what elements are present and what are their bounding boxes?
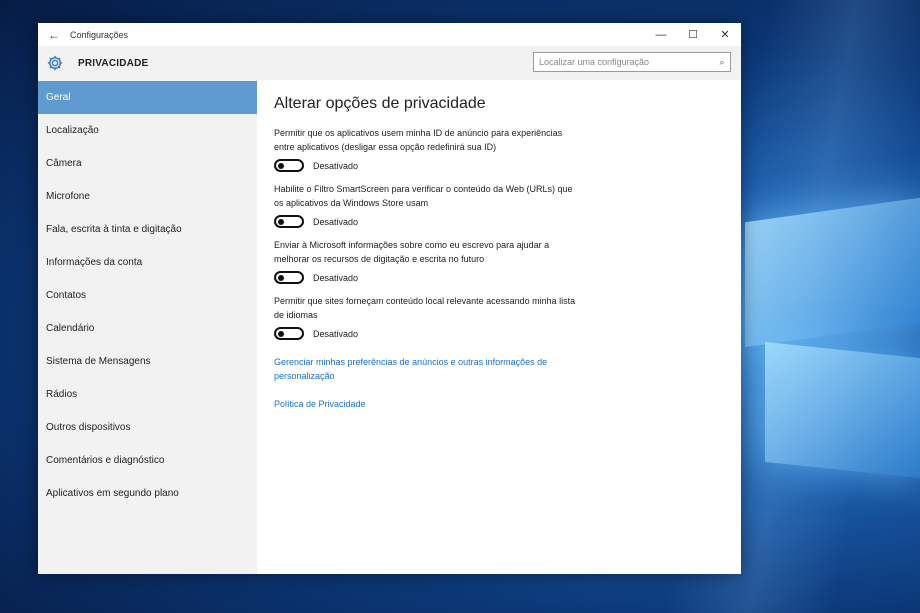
privacy-policy-link[interactable]: Política de Privacidade: [274, 398, 584, 412]
toggle-knob: [278, 330, 284, 337]
title-bar: ← Configurações — ☐ ✕: [38, 23, 741, 46]
windows-logo-pane: [745, 197, 920, 348]
toggle-knob: [278, 218, 284, 225]
page-header: PRIVACIDADE ⌕: [38, 46, 741, 80]
setting-language-list: Permitir que sites forneçam conteúdo loc…: [274, 295, 725, 340]
page-title: PRIVACIDADE: [78, 57, 149, 69]
search-box[interactable]: ⌕: [533, 52, 731, 72]
maximize-icon: ☐: [688, 29, 698, 41]
toggle-state-label: Desativado: [313, 272, 359, 283]
sidebar-item-mensagens[interactable]: Sistema de Mensagens: [38, 345, 257, 378]
window-title: Configurações: [70, 29, 129, 40]
section-heading: Alterar opções de privacidade: [274, 95, 486, 112]
typing-info-toggle[interactable]: [274, 271, 304, 284]
sidebar-item-informacoes-conta[interactable]: Informações da conta: [38, 246, 257, 279]
sidebar-item-camera[interactable]: Câmera: [38, 147, 257, 180]
setting-description: Habilite o Filtro SmartScreen para verif…: [274, 184, 573, 208]
sidebar: Geral Localização Câmera Microfone Fala,…: [38, 80, 257, 574]
sidebar-item-aplicativos-segundo-plano[interactable]: Aplicativos em segundo plano: [38, 477, 257, 510]
search-input[interactable]: [534, 56, 714, 68]
sidebar-item-outros-dispositivos[interactable]: Outros dispositivos: [38, 411, 257, 444]
minimize-icon: —: [655, 28, 667, 41]
sidebar-item-comentarios[interactable]: Comentários e diagnóstico: [38, 444, 257, 477]
advertising-id-toggle[interactable]: [274, 159, 304, 172]
search-icon[interactable]: ⌕: [714, 57, 730, 68]
setting-smartscreen: Habilite o Filtro SmartScreen para verif…: [274, 183, 725, 228]
setting-description: Permitir que sites forneçam conteúdo loc…: [274, 296, 576, 320]
settings-window: ← Configurações — ☐ ✕ PRIVACIDADE ⌕ Gera: [38, 23, 741, 574]
toggle-state-label: Desativado: [313, 160, 359, 171]
toggle-knob: [278, 274, 284, 281]
setting-typing-info: Enviar à Microsoft informações sobre com…: [274, 239, 725, 284]
close-button[interactable]: ✕: [709, 23, 741, 46]
setting-description: Permitir que os aplicativos usem minha I…: [274, 128, 563, 152]
sidebar-item-fala[interactable]: Fala, escrita à tinta e digitação: [38, 213, 257, 246]
setting-description: Enviar à Microsoft informações sobre com…: [274, 240, 550, 264]
sidebar-item-contatos[interactable]: Contatos: [38, 279, 257, 312]
setting-advertising-id: Permitir que os aplicativos usem minha I…: [274, 127, 725, 172]
windows-logo-pane: [765, 341, 920, 479]
toggle-state-label: Desativado: [313, 216, 359, 227]
sidebar-item-localizacao[interactable]: Localização: [38, 114, 257, 147]
manage-ads-link[interactable]: Gerenciar minhas preferências de anúncio…: [274, 356, 584, 383]
toggle-state-label: Desativado: [313, 328, 359, 339]
maximize-button[interactable]: ☐: [677, 23, 709, 46]
sidebar-item-calendario[interactable]: Calendário: [38, 312, 257, 345]
sidebar-item-radios[interactable]: Rádios: [38, 378, 257, 411]
smartscreen-toggle[interactable]: [274, 215, 304, 228]
main-content: Alterar opções de privacidade Permitir q…: [257, 80, 741, 574]
close-icon: ✕: [720, 29, 730, 41]
back-arrow-icon: ←: [48, 27, 60, 42]
toggle-knob: [278, 162, 284, 169]
minimize-button[interactable]: —: [645, 23, 677, 46]
gear-icon: [47, 55, 63, 71]
language-list-toggle[interactable]: [274, 327, 304, 340]
sidebar-item-microfone[interactable]: Microfone: [38, 180, 257, 213]
sidebar-item-geral[interactable]: Geral: [38, 81, 257, 114]
back-button[interactable]: ←: [38, 28, 70, 42]
